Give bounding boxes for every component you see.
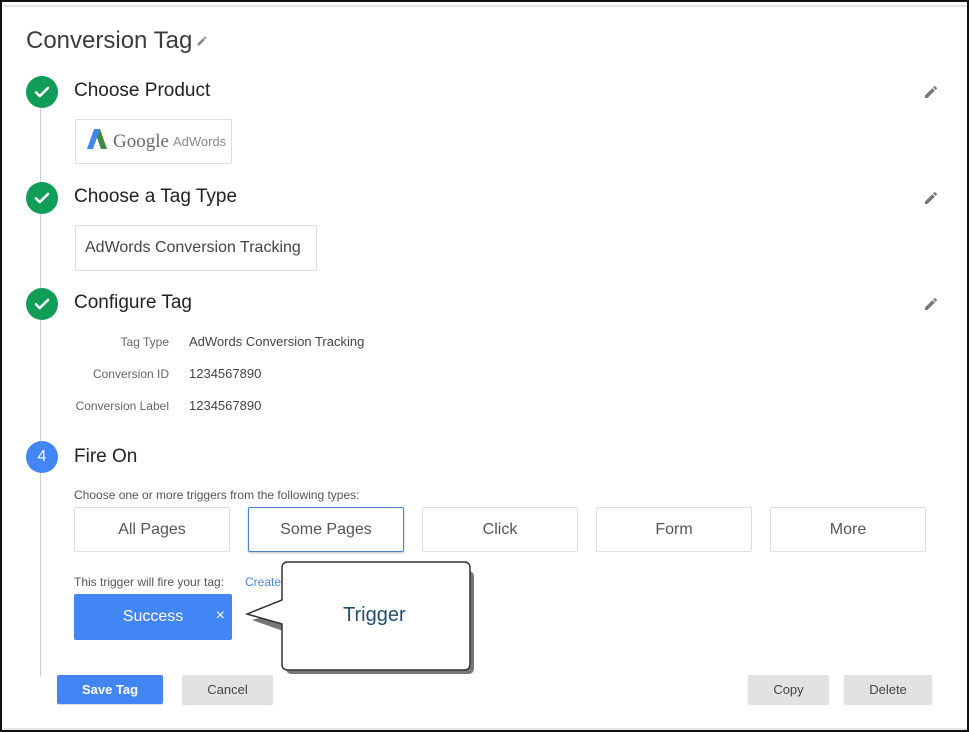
step-title-choose-tag-type[interactable]: Choose a Tag Type xyxy=(74,186,237,208)
config-label-conversion-id: Conversion ID xyxy=(92,367,169,381)
fires-tag-label: This trigger will fire your tag: xyxy=(74,575,225,589)
config-label-tag-type: Tag Type xyxy=(120,335,169,349)
copy-button[interactable]: Copy xyxy=(748,675,829,704)
tag-type-card[interactable]: AdWords Conversion Tracking xyxy=(75,225,317,271)
save-tag-button[interactable]: Save Tag xyxy=(57,675,163,704)
step-number-badge: 4 xyxy=(26,441,58,473)
trigger-type-more[interactable]: More xyxy=(770,507,926,552)
config-value-conversion-id: 1234567890 xyxy=(189,366,262,381)
step-title-fire-on: Fire On xyxy=(74,446,138,467)
bottom-divider xyxy=(4,728,967,730)
trigger-type-some-pages[interactable]: Some Pages xyxy=(248,507,404,552)
rename-pencil-icon[interactable] xyxy=(196,34,208,52)
top-divider xyxy=(4,5,967,7)
edit-configuration-pencil-icon[interactable] xyxy=(923,296,939,317)
product-brand: Google xyxy=(113,130,169,152)
selected-trigger-chip[interactable]: Success × xyxy=(74,594,232,640)
delete-button[interactable]: Delete xyxy=(844,675,932,704)
step-title-choose-product[interactable]: Choose Product xyxy=(74,80,210,102)
remove-trigger-close-icon[interactable]: × xyxy=(216,607,225,625)
trigger-type-click[interactable]: Click xyxy=(422,507,578,552)
trigger-type-form[interactable]: Form xyxy=(596,507,752,552)
callout-text: Trigger xyxy=(343,604,406,626)
step-complete-check-icon xyxy=(26,288,58,320)
step-complete-check-icon xyxy=(26,182,58,214)
cancel-button[interactable]: Cancel xyxy=(182,675,273,704)
adwords-logo-icon xyxy=(86,128,108,155)
config-value-tag-type: AdWords Conversion Tracking xyxy=(189,334,365,349)
config-label-conversion-label: Conversion Label xyxy=(75,399,169,413)
edit-product-pencil-icon[interactable] xyxy=(923,84,939,105)
step-title-configure-tag[interactable]: Configure Tag xyxy=(74,292,192,314)
step-complete-check-icon xyxy=(26,76,58,108)
product-name: AdWords xyxy=(172,134,227,149)
page-title: Conversion Tag xyxy=(26,27,193,54)
product-card-adwords[interactable]: Google AdWords xyxy=(75,119,232,164)
selected-trigger-label: Success xyxy=(122,608,184,625)
trigger-type-all-pages[interactable]: All Pages xyxy=(74,507,230,552)
config-value-conversion-label: 1234567890 xyxy=(189,398,262,413)
edit-tag-type-pencil-icon[interactable] xyxy=(923,190,939,211)
trigger-types-hint: Choose one or more triggers from the fol… xyxy=(74,488,360,502)
